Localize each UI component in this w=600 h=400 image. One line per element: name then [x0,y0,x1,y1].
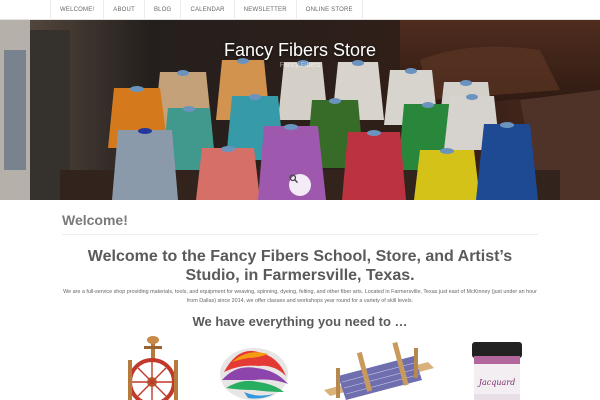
site-title[interactable]: Fancy Fibers Store [0,40,600,61]
title-divider [62,234,538,235]
spinning-wheel-image[interactable] [118,334,190,400]
nav-item-calendar[interactable]: CALENDAR [180,0,233,20]
everything-subheading: We have everything you need to … [192,314,408,329]
search-icon [289,174,298,183]
top-navigation: WELCOME! ABOUT BLOG CALENDAR NEWSLETTER … [0,0,600,20]
site-tagline: Fancy Fibers [279,62,321,69]
hero-banner: Fancy Fibers Store Fancy Fibers [0,20,600,200]
rigid-heddle-loom-image[interactable] [318,334,438,400]
search-button[interactable] [289,174,311,196]
nav-item-online-store[interactable]: ONLINE STORE [295,0,363,20]
welcome-heading: Welcome to the Fancy Fibers School, Stor… [87,248,513,284]
dyed-roving-image[interactable] [214,334,296,400]
nav-item-welcome[interactable]: WELCOME! [50,0,103,20]
intro-paragraph: We are a full-service shop providing mat… [63,289,537,304]
product-images-row: Jacquard [0,334,600,400]
nav-item-about[interactable]: ABOUT [103,0,144,20]
nav-item-newsletter[interactable]: NEWSLETTER [233,0,296,20]
nav-item-blog[interactable]: BLOG [143,0,180,20]
page-title: Welcome! [62,212,128,228]
dye-jar-label: Jacquard [478,378,516,387]
nav-menu: WELCOME! ABOUT BLOG CALENDAR NEWSLETTER … [50,0,363,20]
dye-jar-image[interactable] [462,334,532,400]
